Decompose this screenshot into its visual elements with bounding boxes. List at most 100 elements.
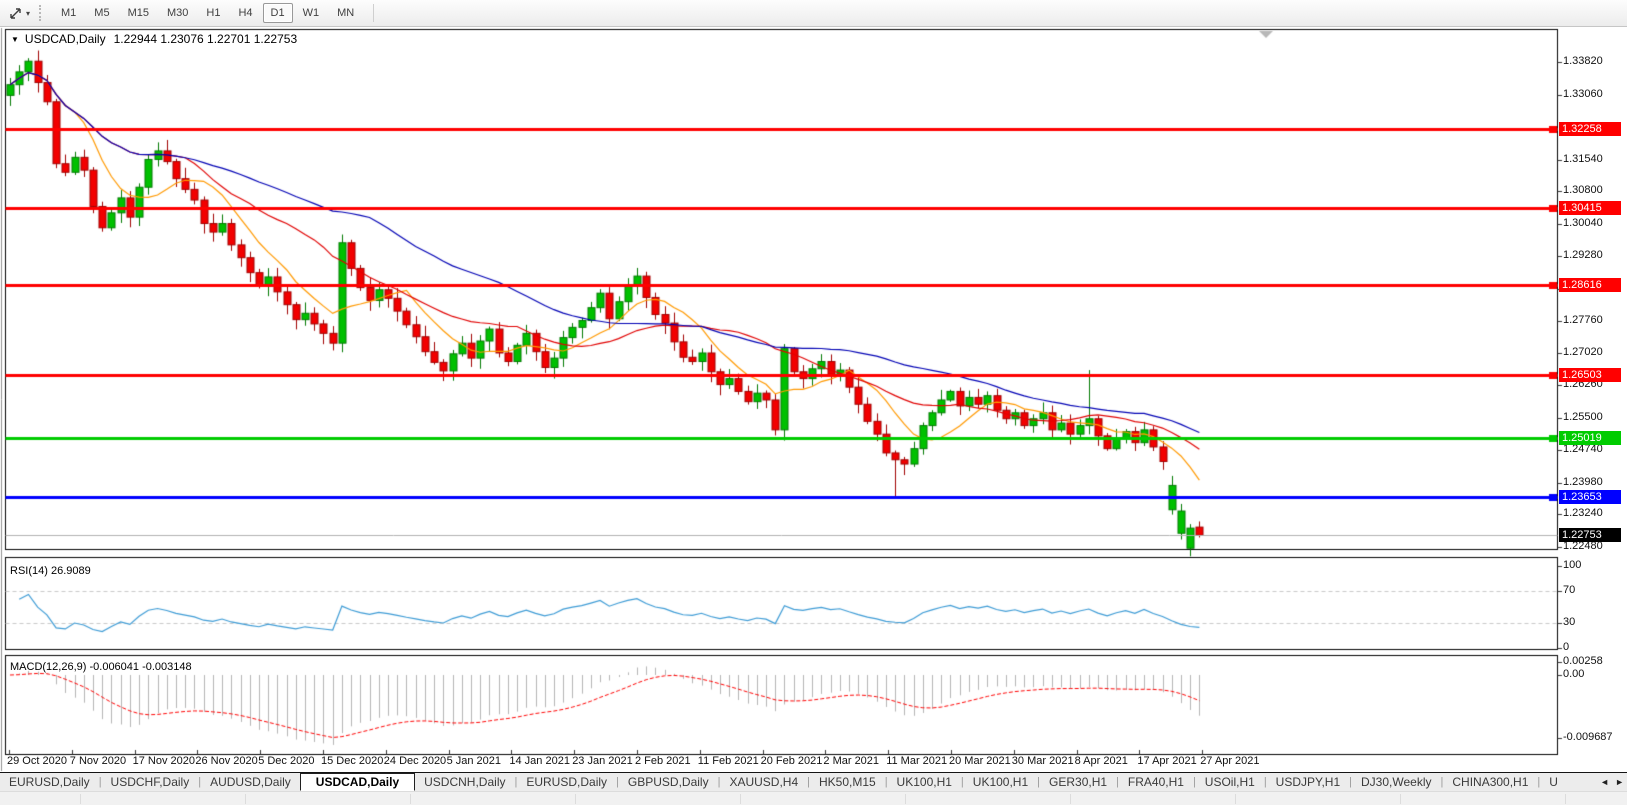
chart-tab-ger30-h1[interactable]: GER30,H1 bbox=[1040, 774, 1116, 790]
timeframe-button-m30[interactable]: M30 bbox=[159, 3, 196, 23]
timeframe-button-m15[interactable]: M15 bbox=[120, 3, 157, 23]
status-pane-separator bbox=[1565, 794, 1566, 804]
price-level-badge: 1.30415 bbox=[1559, 200, 1621, 215]
date-axis-label: 20 Feb 2021 bbox=[760, 755, 823, 767]
macd-indicator-label: MACD(12,26,9) -0.006041 -0.003148 bbox=[10, 661, 192, 673]
date-axis-label: 14 Jan 2021 bbox=[509, 755, 570, 767]
chart-tab-uk100-h1[interactable]: UK100,H1 bbox=[964, 774, 1037, 790]
tab-scroll-left-button[interactable]: ◄ bbox=[1600, 777, 1609, 787]
date-axis-label: 2 Mar 2021 bbox=[823, 755, 880, 767]
timeframe-button-m5[interactable]: M5 bbox=[86, 3, 117, 23]
date-axis-label: 17 Nov 2020 bbox=[132, 755, 195, 767]
chart-tab-gbpusd-daily[interactable]: GBPUSD,Daily bbox=[619, 774, 718, 790]
price-axis-tick: 1.30800 bbox=[1563, 184, 1603, 197]
timeframe-toolbar: ▾ M1 M5 M15 M30 H1 H4 D1 W1 MN bbox=[0, 0, 1627, 27]
price-level-badge: 1.26503 bbox=[1559, 368, 1621, 383]
status-pane-separator bbox=[575, 794, 576, 804]
price-axis-tick: 1.27020 bbox=[1563, 345, 1603, 358]
status-bar bbox=[0, 791, 1627, 805]
chart-title: ▼ USDCAD,Daily 1.22944 1.23076 1.22701 1.2… bbox=[11, 32, 297, 46]
chart-tab-hk50-m15[interactable]: HK50,M15 bbox=[810, 774, 885, 790]
status-pane-separator bbox=[1070, 794, 1071, 804]
rsi-axis-tick: 100 bbox=[1563, 559, 1582, 571]
timeframe-buttons: M1 M5 M15 M30 H1 H4 D1 W1 MN bbox=[52, 3, 363, 23]
chart-tabs: EURUSD,Daily | USDCHF,Daily | AUDUSD,Daily US… bbox=[0, 773, 1567, 791]
date-axis-label: 7 Nov 2020 bbox=[69, 755, 127, 767]
date-axis-label: 8 Apr 2021 bbox=[1074, 755, 1128, 767]
chart-tab-eurusd-daily[interactable]: EURUSD,Daily bbox=[517, 774, 616, 790]
price-axis-tick: 1.27760 bbox=[1563, 314, 1603, 327]
timeframe-button-h1[interactable]: H1 bbox=[198, 3, 228, 23]
chart-tab-u[interactable]: U bbox=[1540, 774, 1567, 790]
price-axis-tick: 1.23980 bbox=[1563, 475, 1603, 488]
date-axis-label: 29 Oct 2020 bbox=[7, 755, 67, 767]
price-axis-tick: 1.29280 bbox=[1563, 249, 1603, 262]
rsi-indicator-label: RSI(14) 26.9089 bbox=[10, 565, 91, 577]
macd-axis-tick: 0.00258 bbox=[1563, 655, 1603, 667]
chart-tab-usdchf-daily[interactable]: USDCHF,Daily bbox=[102, 774, 199, 790]
date-axis-label: 26 Nov 2020 bbox=[195, 755, 258, 767]
price-level-badge: 1.22753 bbox=[1559, 528, 1621, 543]
date-axis-label: 24 Dec 2020 bbox=[383, 755, 447, 767]
price-axis-tick: 1.30040 bbox=[1563, 216, 1603, 229]
rsi-axis-tick: 30 bbox=[1563, 616, 1576, 629]
chart-tab-china300-h1[interactable]: CHINA300,H1 bbox=[1443, 774, 1537, 790]
date-axis-label: 11 Feb 2021 bbox=[697, 755, 759, 767]
toolbar-separator bbox=[373, 4, 375, 22]
date-axis-label: 2 Feb 2021 bbox=[635, 755, 691, 767]
timeframe-button-d1[interactable]: D1 bbox=[262, 3, 293, 23]
chart-menu-icon[interactable]: ▼ bbox=[11, 35, 19, 44]
rsi-axis-tick: 0 bbox=[1563, 641, 1570, 653]
chart-tab-usdcad-daily[interactable]: USDCAD,Daily bbox=[299, 773, 416, 791]
status-pane-separator bbox=[80, 794, 81, 804]
status-pane-separator bbox=[1235, 794, 1236, 804]
chart-ohlc-values: 1.22944 1.23076 1.22701 1.22753 bbox=[113, 32, 298, 46]
chart-tab-usdcnh-daily[interactable]: USDCNH,Daily bbox=[415, 774, 514, 790]
price-axis-tick: 1.25500 bbox=[1563, 410, 1603, 423]
date-axis-label: 5 Dec 2020 bbox=[258, 755, 315, 767]
chart-tab-usoil-h1[interactable]: USOil,H1 bbox=[1196, 774, 1264, 790]
date-axis-label: 23 Jan 2021 bbox=[572, 755, 633, 767]
tab-scroll-controls: ◄ ► bbox=[1600, 777, 1624, 787]
timeframe-button-w1[interactable]: W1 bbox=[295, 3, 328, 23]
chart-tab-audusd-daily[interactable]: AUDUSD,Daily bbox=[201, 774, 300, 790]
date-axis-label: 30 Mar 2021 bbox=[1011, 755, 1074, 767]
status-pane-separator bbox=[740, 794, 741, 804]
rsi-axis-tick: 70 bbox=[1563, 583, 1576, 596]
price-axis-tick: 1.23240 bbox=[1563, 507, 1603, 520]
price-level-badge: 1.25019 bbox=[1559, 431, 1621, 446]
status-pane-separator bbox=[245, 794, 246, 804]
tab-scroll-right-button[interactable]: ► bbox=[1615, 777, 1624, 787]
timeframe-button-h4[interactable]: H4 bbox=[230, 3, 260, 23]
chart-tab-fra40-h1[interactable]: FRA40,H1 bbox=[1119, 774, 1193, 790]
date-axis-label: 27 Apr 2021 bbox=[1200, 755, 1260, 767]
price-level-badge: 1.23653 bbox=[1559, 489, 1621, 504]
timeframe-button-m1[interactable]: M1 bbox=[53, 3, 84, 23]
chart-canvas[interactable] bbox=[0, 0, 1627, 805]
chart-tab-uk100-h1[interactable]: UK100,H1 bbox=[888, 774, 961, 790]
crosshair-tool-icon[interactable] bbox=[5, 4, 25, 22]
price-axis-tick: 1.33060 bbox=[1563, 87, 1603, 100]
price-axis-tick: 1.31540 bbox=[1563, 152, 1603, 165]
price-level-badge: 1.28616 bbox=[1559, 277, 1621, 292]
macd-axis-tick: -0.009687 bbox=[1563, 731, 1613, 743]
date-axis-label: 20 Mar 2021 bbox=[949, 755, 1011, 767]
date-axis-label: 17 Apr 2021 bbox=[1137, 755, 1197, 767]
price-axis-tick: 1.33820 bbox=[1563, 55, 1603, 68]
macd-axis-tick: 0.00 bbox=[1563, 668, 1585, 680]
date-axis-label: 5 Jan 2021 bbox=[446, 755, 502, 767]
chart-tab-bar: EURUSD,Daily | USDCHF,Daily | AUDUSD,Daily US… bbox=[0, 772, 1627, 791]
chart-tab-eurusd-daily[interactable]: EURUSD,Daily bbox=[0, 774, 99, 790]
chart-tab-xauusd-h4[interactable]: XAUUSD,H4 bbox=[720, 774, 807, 790]
date-axis-label: 11 Mar 2021 bbox=[886, 755, 948, 767]
chart-symbol-label: USDCAD,Daily bbox=[24, 32, 106, 46]
price-level-badge: 1.32258 bbox=[1559, 122, 1621, 137]
timeframe-button-mn[interactable]: MN bbox=[329, 3, 362, 23]
chart-tab-dj30-weekly[interactable]: DJ30,Weekly bbox=[1352, 774, 1440, 790]
status-pane-separator bbox=[410, 794, 411, 804]
toolbar-grip bbox=[39, 5, 43, 21]
date-axis-label: 15 Dec 2020 bbox=[321, 755, 384, 767]
tool-dropdown-caret-icon[interactable]: ▾ bbox=[26, 9, 30, 18]
chart-tab-usdjpy-h1[interactable]: USDJPY,H1 bbox=[1267, 774, 1349, 790]
status-pane-separator bbox=[905, 794, 906, 804]
